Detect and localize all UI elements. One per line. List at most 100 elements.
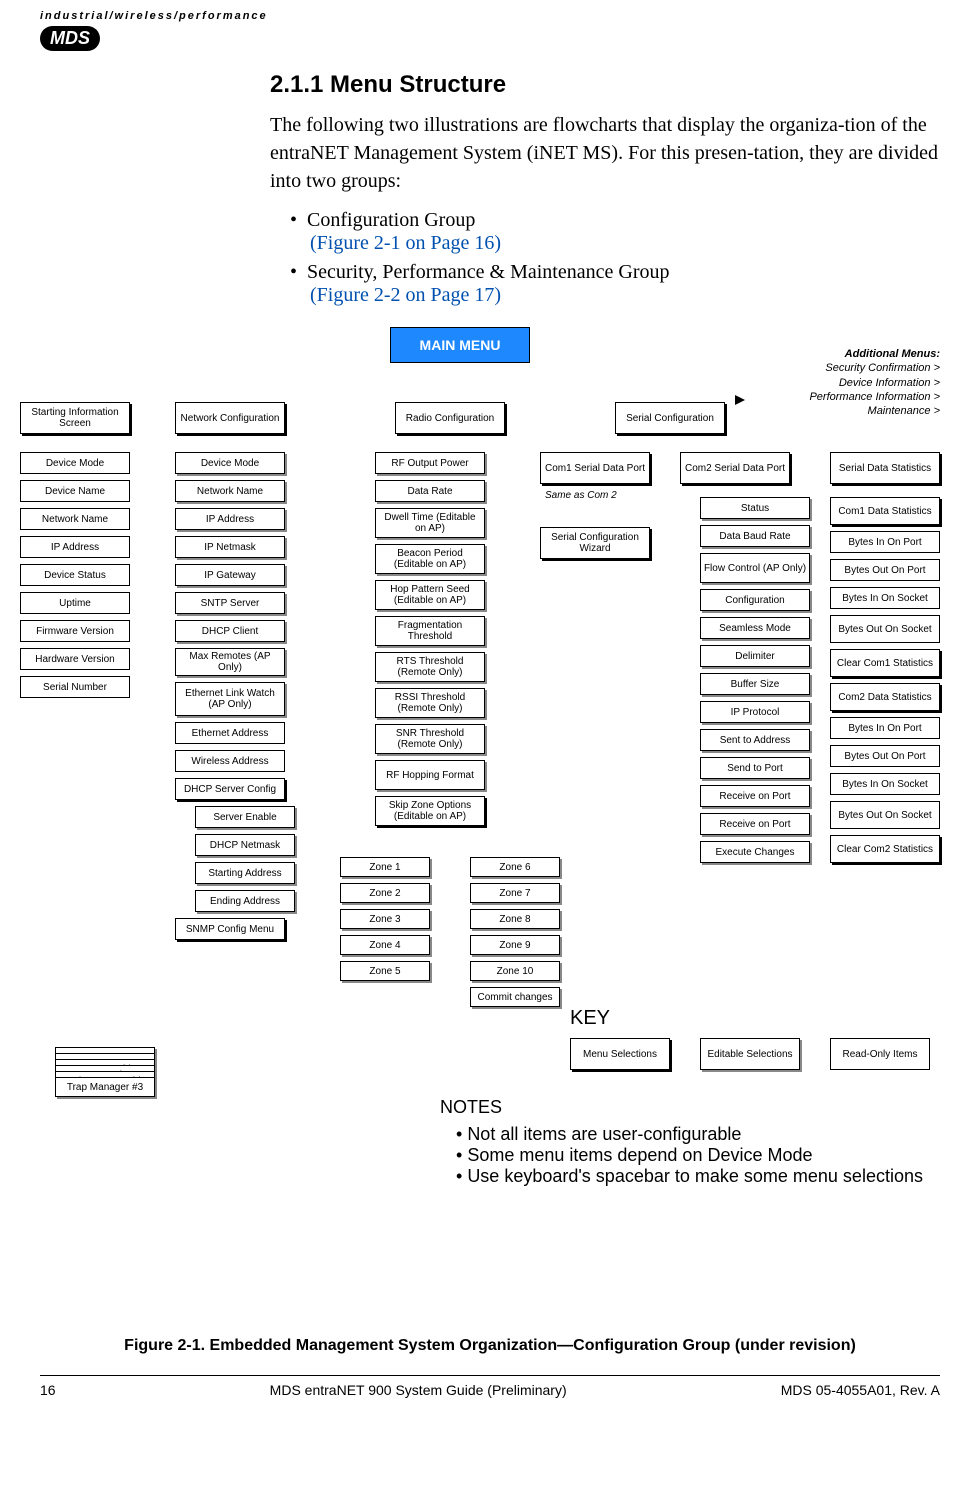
item: Trap Manager #3 xyxy=(55,1077,155,1097)
item: Bytes Out On Port xyxy=(830,559,940,581)
item: Fragmentation Threshold xyxy=(375,616,485,646)
item: Device Mode xyxy=(20,452,130,474)
item: Ethernet Address xyxy=(175,722,285,744)
additional-menus: Additional Menus: Security Confirmation … xyxy=(809,347,940,418)
section-title: 2.1.1 Menu Structure xyxy=(270,71,940,99)
zone: Zone 2 xyxy=(340,883,430,903)
arrow-icon xyxy=(735,395,745,405)
branch-starting: Starting Information Screen xyxy=(20,402,130,434)
branch-network: Network Configuration xyxy=(175,402,285,434)
item: Send to Port xyxy=(700,757,810,779)
item: Bytes In On Socket xyxy=(830,587,940,609)
snmp-config-menu: SNMP Config Menu xyxy=(175,918,285,940)
legend-editable: Editable Selections xyxy=(700,1038,800,1070)
item: Data Baud Rate xyxy=(700,525,810,547)
note-item: Not all items are user-configurable xyxy=(456,1124,960,1145)
item: SNTP Server xyxy=(175,592,285,614)
notes-section: NOTES Not all items are user-configurabl… xyxy=(440,1097,960,1187)
item: Ethernet Link Watch (AP Only) xyxy=(175,682,285,716)
footer-center: MDS entraNET 900 System Guide (Prelimina… xyxy=(270,1382,567,1398)
col-radio: RF Output Power Data Rate Dwell Time (Ed… xyxy=(375,452,515,832)
zone: Zone 8 xyxy=(470,909,560,929)
tagline: industrial/wireless/performance xyxy=(40,10,940,22)
serial-wizard: Serial Configuration Wizard xyxy=(540,527,650,559)
zone: Zone 5 xyxy=(340,961,430,981)
serial-stats-children: Com1 Data Statistics Bytes In On Port By… xyxy=(830,497,950,869)
item: IP Address xyxy=(175,508,285,530)
zone: Zone 4 xyxy=(340,935,430,955)
content-block: 2.1.1 Menu Structure The following two i… xyxy=(270,71,940,307)
item: Wireless Address xyxy=(175,750,285,772)
item: Com2 Data Statistics xyxy=(830,683,940,711)
note-item: Some menu items depend on Device Mode xyxy=(456,1145,960,1166)
item: IP Netmask xyxy=(175,536,285,558)
item: Receive on Port xyxy=(700,785,810,807)
additional-title: Additional Menus: xyxy=(809,347,940,361)
item: Ending Address xyxy=(195,890,295,912)
com2-port: Com2 Serial Data Port xyxy=(680,452,790,484)
serial-stats: Serial Data Statistics xyxy=(830,452,940,484)
key-title: KEY xyxy=(570,1007,980,1030)
item: Delimiter xyxy=(700,645,810,667)
item: Uptime xyxy=(20,592,130,614)
item: Com1 Data Statistics xyxy=(830,497,940,525)
dhcp-sub: Server Enable DHCP Netmask Starting Addr… xyxy=(195,806,295,912)
legend-readonly: Read-Only Items xyxy=(830,1038,930,1070)
item: DHCP Client xyxy=(175,620,285,642)
logo: MDS xyxy=(40,26,100,51)
item: Bytes Out On Socket xyxy=(830,801,940,829)
item: SNR Threshold (Remote Only) xyxy=(375,724,485,754)
item: Starting Address xyxy=(195,862,295,884)
col-starting: Device Mode Device Name Network Name IP … xyxy=(20,452,140,704)
intro-text: The following two illustrations are flow… xyxy=(270,111,940,195)
snmp-children: Read CommunityTrap Manager #4 Write Comm… xyxy=(55,1047,315,1103)
item: RF Output Power xyxy=(375,452,485,474)
bullet1-link[interactable]: (Figure 2-1 on Page 16) xyxy=(310,232,501,254)
add-item: Maintenance > xyxy=(809,404,940,418)
item: Execute Changes xyxy=(700,841,810,863)
item: Bytes In On Socket xyxy=(830,773,940,795)
zone: Zone 3 xyxy=(340,909,430,929)
item: Bytes Out On Port xyxy=(830,745,940,767)
add-item: Device Information > xyxy=(809,376,940,390)
item: Firmware Version xyxy=(20,620,130,642)
zone: Zone 1 xyxy=(340,857,430,877)
zone: Zone 7 xyxy=(470,883,560,903)
col-network: Device Mode Network Name IP Address IP N… xyxy=(175,452,295,946)
legend-menu: Menu Selections xyxy=(570,1038,670,1070)
zone: Zone 6 xyxy=(470,857,560,877)
item: Serial Number xyxy=(20,676,130,698)
item: IP Address xyxy=(20,536,130,558)
item: Beacon Period (Editable on AP) xyxy=(375,544,485,574)
com1-note: Same as Com 2 xyxy=(545,490,617,501)
footer-right: MDS 05-4055A01, Rev. A xyxy=(781,1382,940,1398)
add-item: Performance Information > xyxy=(809,390,940,404)
item: Device Mode xyxy=(175,452,285,474)
item: Seamless Mode xyxy=(700,617,810,639)
com1-port: Com1 Serial Data Port xyxy=(540,452,650,484)
zones: Zone 1 Zone 6 Zone 2 Zone 7 Zone 3 Zone 8 Z… xyxy=(340,857,580,1013)
item: Receive on Port xyxy=(700,813,810,835)
item: Hop Pattern Seed (Editable on AP) xyxy=(375,580,485,610)
item: Status xyxy=(700,497,810,519)
item: Data Rate xyxy=(375,480,485,502)
branch-radio: Radio Configuration xyxy=(395,402,505,434)
bullet2-link[interactable]: (Figure 2-2 on Page 17) xyxy=(310,284,501,306)
item: Bytes In On Port xyxy=(830,531,940,553)
item: Bytes Out On Socket xyxy=(830,615,940,643)
note-item: Use keyboard's spacebar to make some men… xyxy=(456,1166,960,1187)
item: Sent to Address xyxy=(700,729,810,751)
notes-title: NOTES xyxy=(440,1097,960,1118)
bullet1: Configuration Group xyxy=(307,209,475,231)
item: Clear Com2 Statistics xyxy=(830,835,940,863)
add-item: Security Confirmation > xyxy=(809,361,940,375)
skip-zone: Skip Zone Options (Editable on AP) xyxy=(375,796,485,826)
item: Bytes In On Port xyxy=(830,717,940,739)
item: Max Remotes (AP Only) xyxy=(175,648,285,676)
page-num: 16 xyxy=(40,1382,56,1398)
item: IP Gateway xyxy=(175,564,285,586)
item: RSSI Threshold (Remote Only) xyxy=(375,688,485,718)
item: Hardware Version xyxy=(20,648,130,670)
item: Device Status xyxy=(20,564,130,586)
bullet-list: • Configuration Group (Figure 2-1 on Pag… xyxy=(290,209,940,307)
